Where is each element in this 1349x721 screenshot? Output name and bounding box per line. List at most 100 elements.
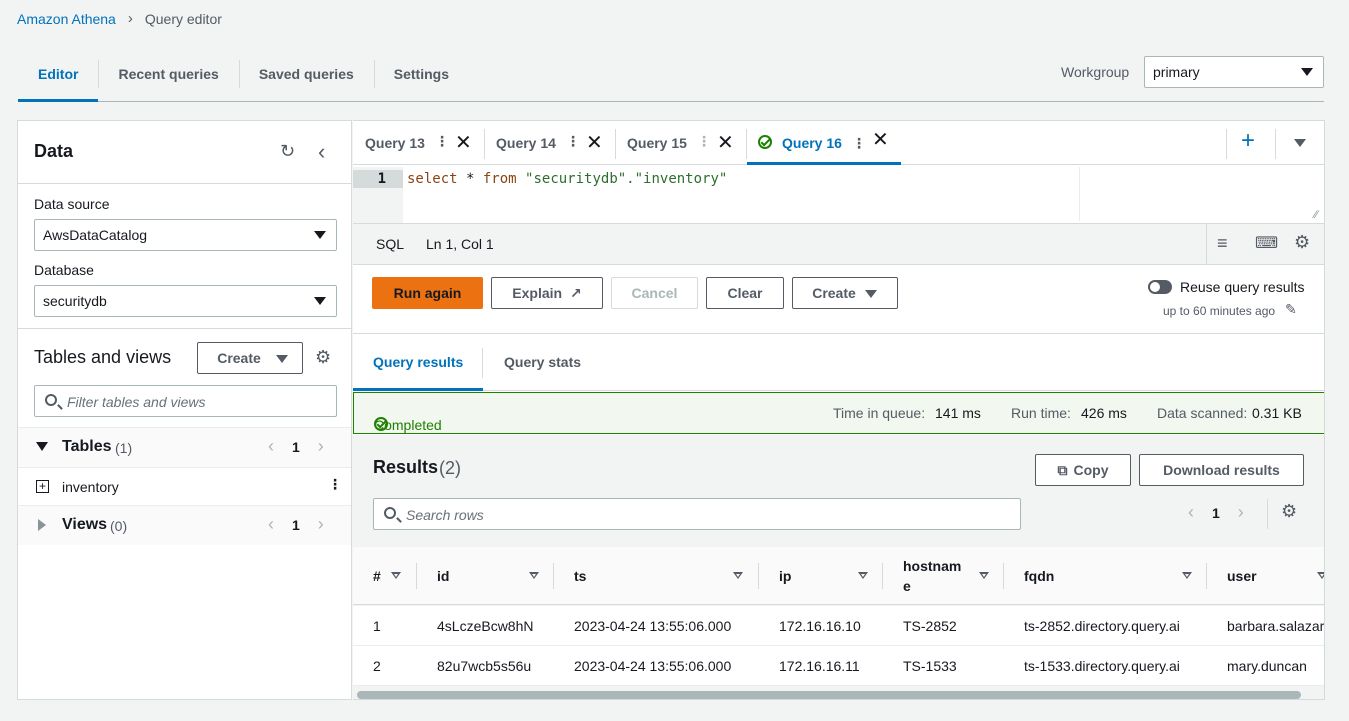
chevron-right-icon[interactable]: › — [318, 436, 324, 457]
data-source-select[interactable]: AwsDataCatalog — [34, 219, 337, 251]
tab-query-16[interactable]: Query 16 ⋮ ✕ — [747, 121, 901, 165]
column-header-user[interactable]: user — [1227, 547, 1257, 605]
tab-query-13[interactable]: Query 13 — [365, 121, 425, 165]
close-icon[interactable]: ✕ — [455, 130, 472, 155]
add-query-icon[interactable]: + — [1241, 127, 1255, 155]
more-options-icon[interactable]: ⋮ — [697, 133, 711, 150]
tab-query-stats[interactable]: Query stats — [484, 334, 601, 391]
divider — [1267, 499, 1268, 529]
more-options-icon[interactable]: ⋮ — [435, 133, 449, 150]
sort-icon[interactable] — [529, 572, 539, 579]
sort-icon[interactable] — [391, 572, 401, 579]
run-again-button[interactable]: Run again — [372, 277, 483, 309]
edit-pencil-icon[interactable]: ✎ — [1285, 301, 1297, 318]
copy-icon: ⧉ — [1057, 462, 1068, 478]
caret-down-icon — [314, 297, 326, 305]
caret-down-icon — [1301, 68, 1313, 76]
cursor-position: Ln 1, Col 1 — [426, 236, 494, 252]
sort-icon[interactable] — [858, 572, 868, 579]
divider — [482, 348, 483, 378]
close-icon[interactable]: ✕ — [717, 130, 734, 155]
horizontal-scrollbar[interactable] — [357, 691, 1301, 699]
resize-handle-icon[interactable]: ∕∕ — [1314, 209, 1318, 221]
format-query-icon[interactable]: ≡ — [1217, 233, 1228, 254]
query-panel: Query 13 ⋮ ✕ Query 14 ⋮ ✕ Query 15 ⋮ ✕ Q… — [353, 120, 1325, 700]
download-results-button[interactable]: Download results — [1139, 454, 1304, 486]
results-title: Results — [373, 457, 439, 477]
success-check-icon — [758, 135, 772, 149]
filter-tables-input[interactable]: Filter tables and views — [34, 385, 337, 417]
reuse-results-toggle[interactable] — [1148, 280, 1172, 294]
cancel-button[interactable]: Cancel — [611, 277, 698, 309]
sort-icon[interactable] — [733, 572, 743, 579]
close-icon[interactable]: ✕ — [586, 130, 603, 155]
explain-button[interactable]: Explain ↗ — [491, 277, 603, 309]
chevron-right-icon[interactable]: › — [318, 514, 324, 535]
sort-icon[interactable] — [979, 572, 989, 579]
create-button[interactable]: Create — [792, 277, 898, 309]
tab-editor[interactable]: Editor — [18, 56, 99, 102]
collapse-panel-icon[interactable]: ‹ — [318, 139, 325, 165]
tab-query-15[interactable]: Query 15 — [627, 121, 687, 165]
cell-id: 4sLczeBcw8hN — [437, 618, 534, 634]
gear-icon[interactable]: ⚙ — [1281, 501, 1297, 522]
editor-gutter: 1 — [353, 167, 403, 223]
breadcrumb-current: Query editor — [144, 10, 222, 27]
table-row: 1 4sLczeBcw8hN 2023-04-24 13:55:06.000 1… — [353, 606, 1324, 646]
chevron-left-icon[interactable]: ‹ — [1188, 502, 1194, 523]
chevron-right-icon[interactable]: › — [1238, 502, 1244, 523]
more-options-icon[interactable]: ⋮ — [328, 476, 342, 493]
close-icon[interactable]: ✕ — [872, 121, 889, 162]
list-item[interactable]: + inventory ⋮ — [18, 467, 351, 505]
tabs-menu-caret-icon[interactable] — [1294, 139, 1306, 147]
workgroup-select[interactable]: primary — [1144, 56, 1324, 88]
sort-icon[interactable] — [1317, 572, 1324, 579]
database-select[interactable]: securitydb — [34, 285, 337, 317]
sql-editor[interactable]: 1 select * from "securitydb"."inventory"… — [353, 167, 1324, 223]
gear-icon[interactable]: ⚙ — [1294, 232, 1310, 253]
cell-hostname: TS-2852 — [903, 618, 957, 634]
queue-time-value: 141 ms — [935, 405, 981, 421]
chevron-left-icon[interactable]: ‹ — [268, 436, 274, 457]
expand-plus-icon[interactable]: + — [36, 480, 49, 493]
column-header-ts[interactable]: ts — [574, 547, 586, 605]
gear-icon[interactable]: ⚙ — [315, 347, 331, 368]
results-page-number[interactable]: 1 — [1212, 505, 1220, 521]
tab-query-results[interactable]: Query results — [353, 334, 484, 391]
column-header-fqdn[interactable]: fqdn — [1024, 547, 1054, 605]
clear-button[interactable]: Clear — [706, 277, 784, 309]
more-options-icon[interactable]: ⋮ — [566, 133, 580, 150]
tab-saved-queries[interactable]: Saved queries — [238, 56, 374, 102]
database-value: securitydb — [43, 293, 107, 309]
tables-section-header[interactable]: Tables (1) ‹ 1 › — [18, 427, 351, 467]
status-text: Completed — [374, 417, 442, 433]
table-name-inventory[interactable]: inventory — [62, 479, 119, 495]
refresh-icon[interactable]: ↻ — [280, 141, 295, 162]
data-scanned-label: Data scanned: — [1157, 405, 1248, 421]
column-header-index[interactable]: # — [373, 547, 381, 605]
views-section-header[interactable]: Views (0) ‹ 1 › — [18, 505, 351, 545]
more-options-icon[interactable]: ⋮ — [852, 121, 866, 165]
tab-settings[interactable]: Settings — [373, 56, 469, 102]
cell-index: 2 — [373, 658, 381, 674]
status-banner: Completed Time in queue: 141 ms Run time… — [353, 392, 1324, 434]
sort-icon[interactable] — [1182, 572, 1192, 579]
sql-code[interactable]: select * from "securitydb"."inventory" — [407, 171, 727, 187]
sql-text: * — [457, 171, 483, 187]
views-page-number[interactable]: 1 — [292, 517, 300, 533]
column-header-id[interactable]: id — [437, 547, 449, 605]
data-panel-title: Data — [34, 141, 74, 161]
search-rows-input[interactable]: Search rows — [373, 498, 1021, 530]
tab-recent-queries[interactable]: Recent queries — [98, 56, 238, 102]
table-header: # id ts ip hostname fqdn user — [353, 547, 1324, 605]
data-panel: Data ↻ ‹ Data source AwsDataCatalog Data… — [17, 120, 352, 700]
breadcrumb-athena-link[interactable]: Amazon Athena — [17, 11, 116, 27]
column-header-hostname[interactable]: hostname — [903, 547, 965, 605]
tables-page-number[interactable]: 1 — [292, 439, 300, 455]
tab-query-14[interactable]: Query 14 — [496, 121, 556, 165]
column-header-ip[interactable]: ip — [779, 547, 791, 605]
chevron-left-icon[interactable]: ‹ — [268, 514, 274, 535]
copy-button[interactable]: ⧉ Copy — [1035, 454, 1131, 486]
keyboard-shortcuts-icon[interactable]: ⌨ — [1255, 233, 1278, 253]
create-table-button[interactable]: Create — [197, 342, 303, 374]
